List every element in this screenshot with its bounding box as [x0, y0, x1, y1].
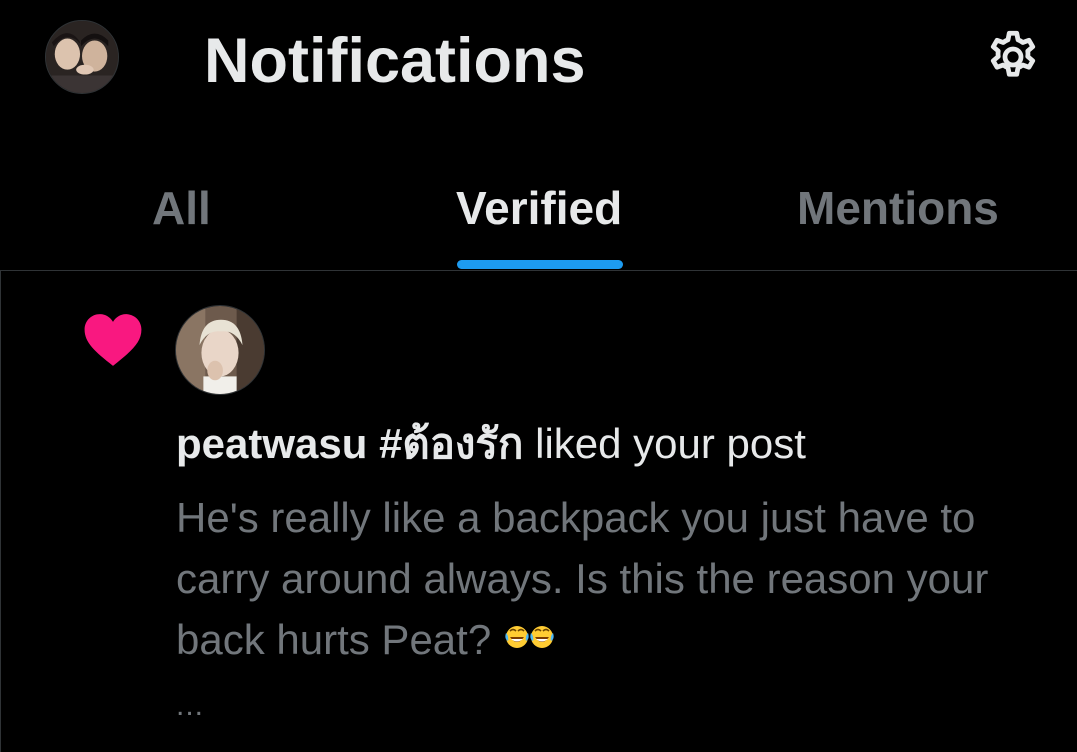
username-link[interactable]: peatwasu #ต้องรัก — [176, 420, 523, 467]
more-text-indicator: ... — [176, 689, 205, 722]
profile-avatar[interactable] — [45, 20, 119, 94]
face-with-tears-of-joy-icon — [505, 614, 555, 660]
profile-avatar-image — [46, 21, 118, 93]
post-text: He's really like a backpack you just hav… — [176, 494, 989, 663]
page-title: Notifications — [204, 26, 586, 96]
notification-tabs: All Verified Mentions — [0, 150, 1077, 270]
like-heart-shape — [84, 314, 142, 366]
gear-icon — [990, 30, 1036, 77]
tab-all[interactable]: All — [152, 180, 211, 236]
notification-item[interactable]: peatwasu #ต้องรัก liked your post He's r… — [0, 271, 1077, 752]
notification-action: liked your post — [535, 420, 806, 467]
emoji-pair — [505, 626, 554, 648]
notification-headline: peatwasu #ต้องรัก liked your post — [176, 417, 806, 471]
heart-icon — [82, 311, 144, 369]
user-avatar-image — [176, 306, 264, 394]
top-bar: Notifications — [0, 0, 1077, 120]
settings-button[interactable] — [978, 22, 1048, 92]
user-avatar[interactable] — [175, 305, 265, 395]
active-tab-indicator — [457, 260, 623, 269]
tab-verified[interactable]: Verified — [456, 180, 622, 236]
post-preview[interactable]: He's really like a backpack you just hav… — [176, 487, 1056, 670]
tab-mentions[interactable]: Mentions — [797, 180, 999, 236]
